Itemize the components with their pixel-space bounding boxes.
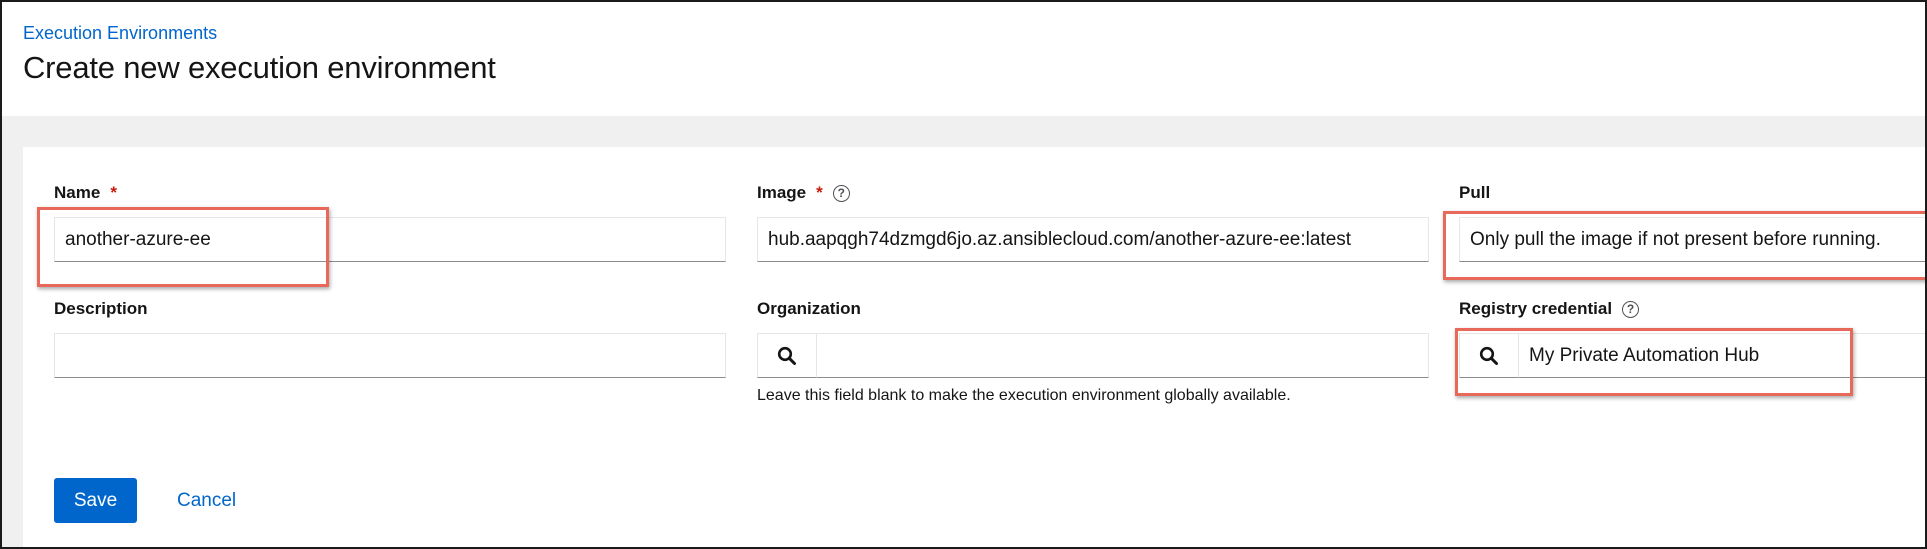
description-label-text: Description [54, 299, 148, 318]
image-label: Image * ? [757, 183, 850, 203]
highlight-box-registry-credential [1455, 328, 1853, 396]
description-label: Description [54, 299, 148, 319]
name-required-marker: * [110, 183, 117, 202]
question-circle-icon[interactable]: ? [1622, 300, 1640, 318]
app-frame: Execution Environments Create new execut… [0, 0, 1927, 549]
organization-input[interactable] [816, 333, 1429, 378]
organization-search-button[interactable] [757, 333, 817, 378]
organization-label-text: Organization [757, 299, 861, 318]
description-input[interactable] [54, 333, 726, 378]
pull-label: Pull [1459, 183, 1490, 203]
name-label-text: Name [54, 183, 101, 202]
image-required-marker: * [816, 183, 823, 202]
organization-label: Organization [757, 299, 861, 319]
search-icon [777, 346, 796, 365]
question-circle-icon[interactable]: ? [832, 184, 850, 202]
breadcrumb-execution-environments[interactable]: Execution Environments [23, 23, 217, 44]
organization-helper-text: Leave this field blank to make the execu… [757, 387, 1291, 404]
highlight-box-pull [1443, 211, 1925, 280]
page-title: Create new execution environment [23, 50, 496, 85]
registry-credential-label: Registry credential ? [1459, 299, 1640, 319]
highlight-box-name [37, 207, 329, 287]
name-label: Name * [54, 183, 117, 203]
image-label-text: Image [757, 183, 807, 202]
image-input[interactable]: hub.aapqgh74dzmgd6jo.az.ansiblecloud.com… [757, 217, 1429, 262]
registry-credential-label-text: Registry credential [1459, 299, 1613, 318]
cancel-button[interactable]: Cancel [177, 478, 236, 523]
save-button[interactable]: Save [54, 478, 137, 523]
pull-label-text: Pull [1459, 183, 1491, 202]
page-header: Execution Environments Create new execut… [2, 2, 1925, 116]
